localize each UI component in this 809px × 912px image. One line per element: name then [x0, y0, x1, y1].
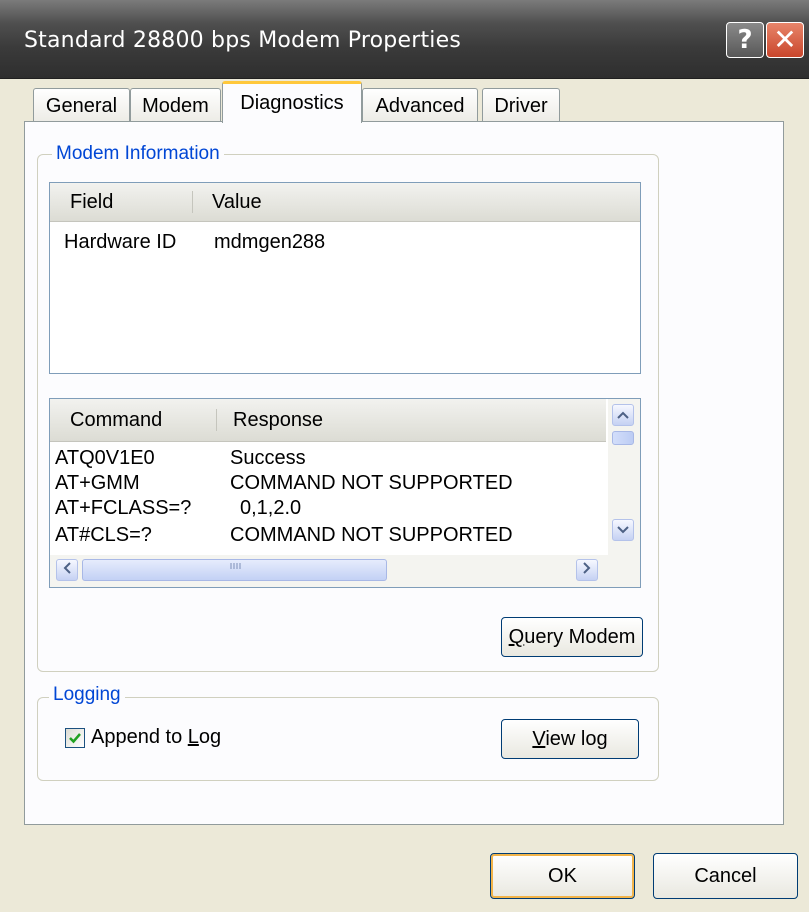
- grip-icon: [230, 563, 240, 569]
- chevron-right-icon: [583, 562, 591, 574]
- command-response-list[interactable]: Command Response ATQ0V1E0 Success AT+GMM…: [49, 398, 641, 588]
- tab-modem[interactable]: Modem: [130, 88, 221, 123]
- title-bar[interactable]: Standard 28800 bps Modem Properties ? ✕: [0, 0, 809, 79]
- column-separator[interactable]: [192, 191, 193, 213]
- scroll-down-button[interactable]: [612, 519, 634, 541]
- close-icon: ✕: [773, 23, 797, 56]
- close-button[interactable]: ✕: [766, 22, 804, 58]
- hardware-id-field[interactable]: Hardware ID: [64, 231, 176, 254]
- view-log-button[interactable]: View log: [501, 719, 639, 759]
- view-log-mnemonic: V: [532, 728, 546, 750]
- append-to-log-label[interactable]: Append to Log: [91, 726, 221, 749]
- chevron-up-icon: [617, 411, 629, 419]
- diagnostics-panel: Modem Information Field Value Hardware I…: [24, 121, 784, 825]
- scroll-right-button[interactable]: [576, 559, 598, 581]
- scroll-left-button[interactable]: [56, 559, 78, 581]
- window-title: Standard 28800 bps Modem Properties: [24, 28, 461, 53]
- horizontal-scroll-thumb[interactable]: [82, 559, 387, 581]
- append-label-before: Append to: [91, 726, 188, 748]
- query-modem-button[interactable]: Query Modem: [501, 617, 643, 657]
- query-modem-label: uery Modem: [524, 626, 636, 648]
- ok-button[interactable]: OK: [490, 853, 635, 899]
- chevron-down-icon: [617, 526, 629, 534]
- command-cell[interactable]: AT+GMM: [55, 472, 140, 495]
- checkmark-icon: [69, 733, 81, 744]
- response-cell[interactable]: Success: [230, 447, 306, 470]
- column-header-command[interactable]: Command: [70, 399, 162, 441]
- response-cell[interactable]: COMMAND NOT SUPPORTED: [230, 524, 513, 547]
- modem-information-title: Modem Information: [52, 143, 224, 165]
- column-header-response[interactable]: Response: [233, 399, 323, 441]
- column-header-field[interactable]: Field: [70, 183, 113, 221]
- command-cell[interactable]: AT#CLS=?: [55, 524, 152, 547]
- cancel-button[interactable]: Cancel: [653, 853, 798, 899]
- list-header: Command Response: [50, 399, 606, 442]
- tab-driver[interactable]: Driver: [482, 88, 560, 123]
- response-cell[interactable]: 0,1,2.0: [240, 497, 301, 520]
- hardware-id-value[interactable]: mdmgen288: [214, 231, 325, 254]
- tab-advanced[interactable]: Advanced: [362, 88, 478, 123]
- column-separator[interactable]: [216, 409, 217, 431]
- hardware-info-list[interactable]: Field Value Hardware ID mdmgen288: [49, 182, 641, 374]
- command-cell[interactable]: ATQ0V1E0: [55, 447, 155, 470]
- query-modem-mnemonic: Q: [508, 626, 525, 648]
- vertical-scroll-thumb[interactable]: [612, 431, 634, 445]
- list-header: Field Value: [50, 183, 640, 222]
- chevron-left-icon: [63, 562, 71, 574]
- scroll-up-button[interactable]: [612, 404, 634, 426]
- column-header-value[interactable]: Value: [212, 183, 262, 221]
- help-button[interactable]: ?: [726, 22, 764, 58]
- tab-diagnostics[interactable]: Diagnostics: [222, 81, 362, 123]
- response-cell[interactable]: COMMAND NOT SUPPORTED: [230, 472, 513, 495]
- view-log-label: iew log: [545, 728, 608, 750]
- append-label-after: og: [198, 726, 222, 748]
- append-to-log-checkbox[interactable]: [65, 728, 85, 748]
- append-label-mnemonic: L: [187, 726, 199, 748]
- tab-general[interactable]: General: [33, 88, 130, 123]
- modem-properties-dialog: Standard 28800 bps Modem Properties ? ✕ …: [0, 0, 809, 912]
- command-cell[interactable]: AT+FCLASS=?: [55, 497, 191, 520]
- logging-title: Logging: [49, 684, 125, 706]
